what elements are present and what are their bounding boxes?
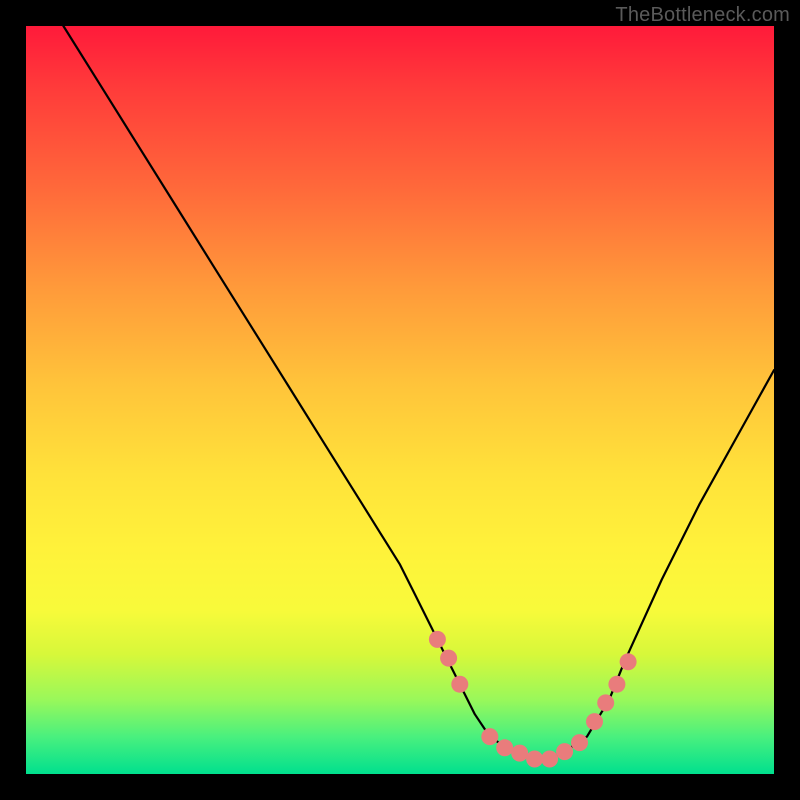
curve-marker [496,739,513,756]
curve-marker [571,734,588,751]
curve-marker [541,751,558,768]
curve-marker [429,631,446,648]
curve-marker [451,676,468,693]
curve-marker [620,653,637,670]
curve-marker [440,650,457,667]
curve-marker [511,745,528,762]
curve-marker [556,743,573,760]
curve-marker [481,728,498,745]
chart-svg [0,0,800,800]
curve-marker [586,713,603,730]
curve-marker [608,676,625,693]
curve-marker [526,751,543,768]
curve-marker [597,694,614,711]
bottleneck-curve [63,26,774,759]
